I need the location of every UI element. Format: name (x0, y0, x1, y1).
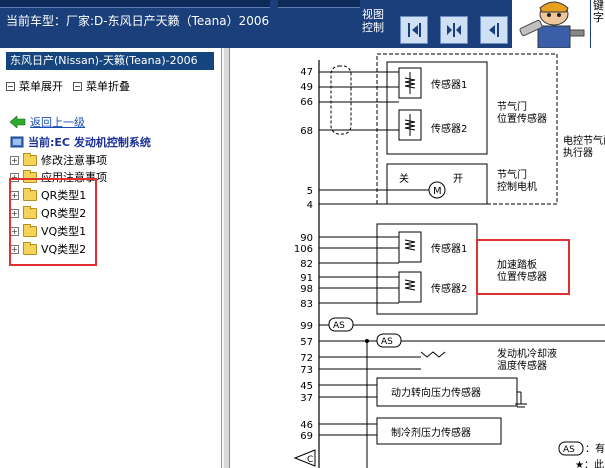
mascot-image (512, 0, 590, 48)
sensor2-label: 传感器2 (431, 122, 467, 135)
folder-icon (23, 152, 37, 166)
pin-label: 72 (300, 353, 313, 364)
pin-label: 46 (300, 420, 313, 431)
legend-as-text: ：有 (585, 442, 605, 455)
menu-expand-button[interactable]: 菜单展开 (6, 78, 63, 94)
wiring-diagram-svg: 47 49 66 68 5 4 90 106 82 91 98 83 99 57… (293, 53, 605, 468)
legend: AS ：有 ★：此 (558, 441, 605, 468)
wiring-diagram: 47 49 66 68 5 4 90 106 82 91 98 83 99 57… (231, 48, 605, 468)
refrigerant-sensor: 制冷剂压力传感器 (319, 417, 502, 445)
menu-expand-label: 菜单展开 (19, 80, 63, 93)
tree-item-label: 修改注意事项 (41, 154, 107, 167)
actuator-label-2: 执行器 (563, 146, 593, 159)
pin-label: 83 (300, 299, 313, 310)
current-location: 当前:EC 发动机控制系统 (10, 134, 151, 150)
sensor1-label-b: 传感器1 (431, 242, 467, 255)
back-arrow-icon (10, 116, 26, 128)
menu-collapse-label: 菜单折叠 (86, 80, 130, 93)
pin-label: 49 (300, 82, 313, 93)
throttle-pos-label-2: 位置传感器 (497, 112, 547, 125)
align-center-icon (447, 23, 461, 37)
back-link-label: 返回上一级 (30, 116, 85, 129)
pin-label: 69 (300, 431, 313, 442)
navigation-panel: 东风日产(Nissan)-天籁(Teana)-2006 菜单展开 菜单折叠 返回… (0, 48, 222, 468)
top-header: 当前车型：厂家:D-东风日产天籁（Teana）2006 视图控制 键字 (0, 0, 605, 48)
throttle-motor-label-2: 控制电机 (497, 180, 537, 193)
pin-label: 73 (300, 365, 313, 376)
view-right-button[interactable] (480, 16, 508, 44)
pin-label: 4 (307, 200, 313, 211)
sensor1-label: 传感器1 (431, 78, 467, 91)
sensor2-label-b: 传感器2 (431, 282, 467, 295)
pin-label: 82 (300, 259, 313, 270)
view-center-button[interactable] (440, 16, 468, 44)
menu-collapse-button[interactable]: 菜单折叠 (73, 78, 130, 94)
pin-label: 98 (300, 284, 313, 295)
panel-splitter[interactable] (223, 48, 230, 468)
align-right-icon (489, 23, 499, 37)
menu-toolbar: 菜单展开 菜单折叠 (6, 78, 130, 94)
accel-label-2: 位置传感器 (497, 270, 547, 283)
legend-as-badge: AS (563, 445, 575, 455)
view-control-label: 视图控制 (362, 8, 384, 34)
back-link[interactable]: 返回上一级 (10, 114, 85, 130)
collapse-all-icon (73, 81, 82, 91)
power-steering-sensor: 动力转向压力传感器 (319, 377, 527, 408)
pin-label: 99 (300, 321, 313, 332)
c-mark: C (307, 455, 313, 465)
pin-numbers: 47 49 66 68 5 4 90 106 82 91 98 83 99 57… (294, 67, 313, 442)
expand-plus-icon[interactable]: + (10, 155, 19, 165)
coolant-label: 发动机冷却液 (497, 347, 557, 360)
ref-sensor-label: 制冷剂压力传感器 (391, 426, 471, 439)
as-badge-2: AS (381, 337, 393, 347)
pin-label: 37 (300, 393, 313, 404)
pin-label: 45 (300, 381, 313, 392)
motor-icon: M (433, 186, 442, 197)
pin-label: 68 (300, 126, 313, 137)
accel-sensor-group: 传感器1 传感器2 加速踏板 位置传感器 (319, 223, 570, 315)
pin-label: 90 (300, 233, 313, 244)
pin-label: 66 (300, 97, 313, 108)
on-label: 开 (453, 174, 463, 185)
pin-label: 91 (300, 273, 313, 284)
pin-label: 47 (300, 67, 313, 78)
keyword-label: 键字 (591, 0, 605, 48)
ps-sensor-label: 动力转向压力传感器 (391, 386, 481, 399)
highlight-box (9, 178, 97, 266)
current-car-info: 当前车型：厂家:D-东风日产天籁（Teana）2006 (6, 14, 270, 28)
throttle-sensor-group: 传感器1 传感器2 节气门 位置传感器 电控节气门 执行器 关 开 M 节气门 … (319, 53, 605, 205)
align-left-icon (408, 23, 421, 37)
pin-label: 57 (300, 337, 313, 348)
book-icon (10, 136, 24, 148)
throttle-motor-label: 节气门 (497, 168, 527, 181)
coolant-sensor: 发动机冷却液 温度传感器 (319, 347, 557, 372)
header-tab-strip-2 (278, 0, 360, 8)
tree-item[interactable]: + 修改注意事项 (10, 152, 107, 168)
expand-all-icon (6, 81, 15, 91)
accel-label: 加速踏板 (497, 258, 537, 271)
throttle-pos-label: 节气门 (497, 100, 527, 113)
header-tab-strip (0, 0, 270, 8)
legend-star-text: ★：此 (575, 458, 604, 468)
coolant-label-2: 温度传感器 (497, 359, 547, 372)
off-label: 关 (399, 172, 409, 185)
actuator-label: 电控节气门 (563, 134, 605, 147)
pin-label: 5 (307, 186, 313, 197)
model-title: 东风日产(Nissan)-天籁(Teana)-2006 (6, 52, 214, 70)
pin-label: 106 (294, 244, 313, 255)
view-left-button[interactable] (400, 16, 428, 44)
as-badge: AS (333, 321, 345, 331)
current-location-label: 当前:EC 发动机控制系统 (28, 136, 151, 149)
